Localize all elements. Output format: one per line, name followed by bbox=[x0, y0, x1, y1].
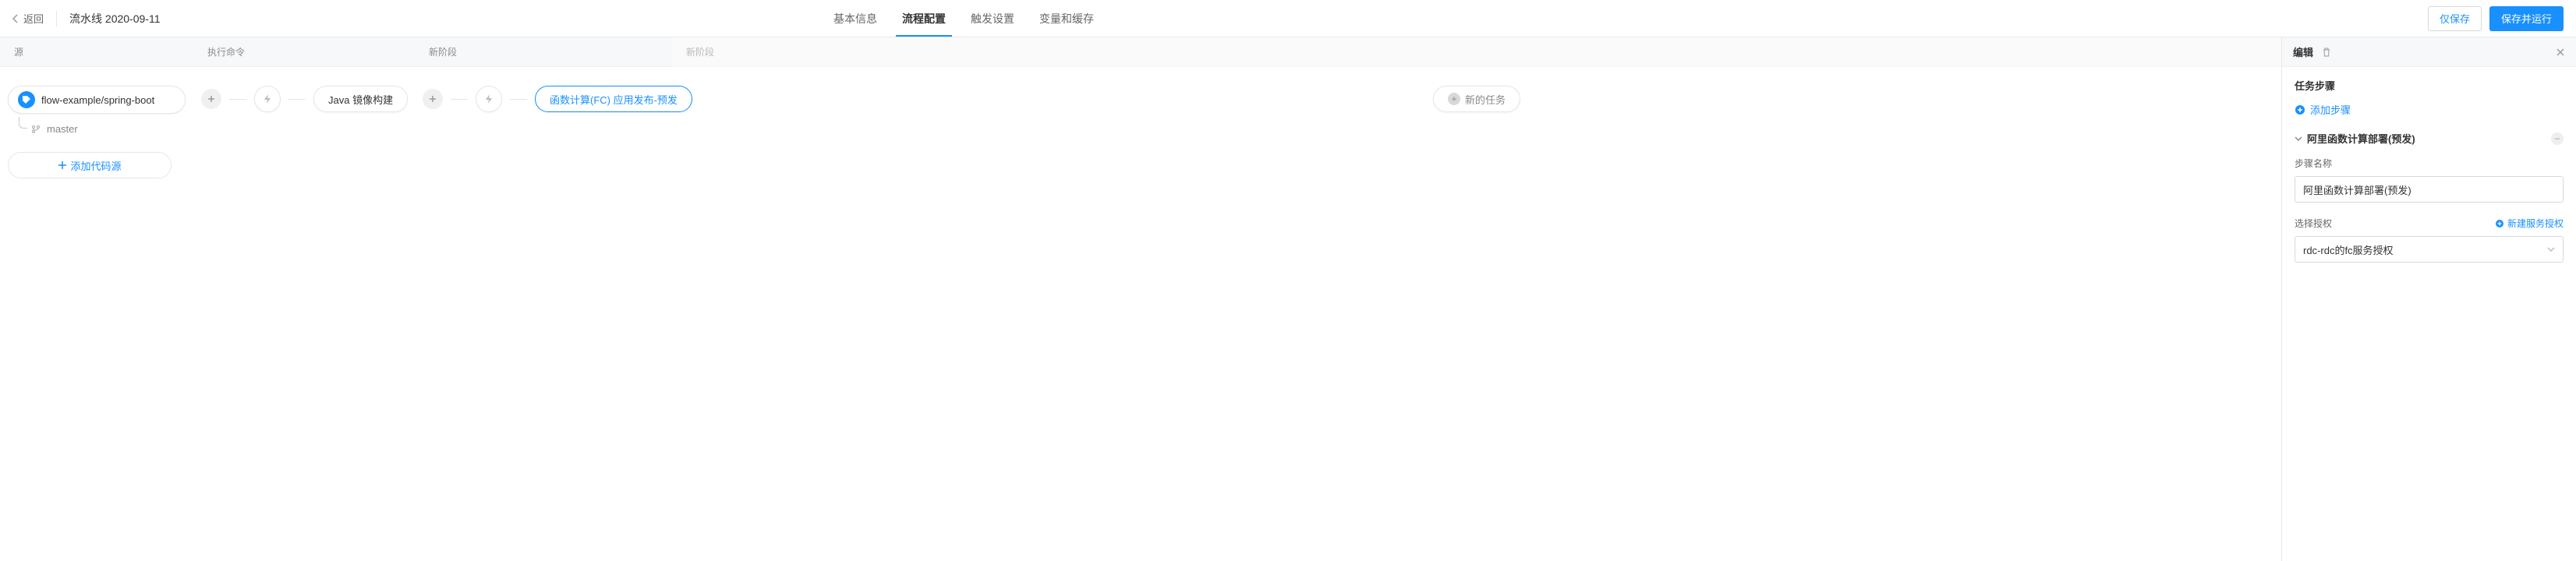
chevron-left-icon bbox=[12, 14, 19, 23]
chevron-down-icon bbox=[2547, 246, 2555, 252]
edit-side-panel: 编辑 任务步骤 添加步骤 阿里函数计算部署(预发) bbox=[2281, 37, 2576, 561]
connector-line bbox=[451, 99, 468, 100]
stage-column-new-2: 新阶段 + 新的任务 bbox=[672, 37, 2281, 561]
branch-row[interactable]: master bbox=[8, 123, 186, 135]
parallel-toggle[interactable] bbox=[476, 86, 502, 112]
save-only-button[interactable]: 仅保存 bbox=[2428, 6, 2482, 31]
new-auth-label: 新建服务授权 bbox=[2507, 217, 2564, 230]
plus-circle-icon bbox=[2495, 219, 2504, 228]
tab-trigger-settings[interactable]: 触发设置 bbox=[958, 0, 1027, 37]
stage-column-exec: 执行命令 Java 镜像构建 bbox=[193, 37, 415, 561]
parallel-toggle[interactable] bbox=[254, 86, 281, 112]
task-label: 函数计算(FC) 应用发布-预发 bbox=[550, 92, 678, 107]
stage-body-source: flow-example/spring-boot master 添加代码源 bbox=[0, 67, 193, 197]
panel-section-task-steps: 任务步骤 添加步骤 阿里函数计算部署(预发) − 步骤名称 bbox=[2282, 67, 2576, 288]
stage-header-exec: 执行命令 bbox=[193, 37, 415, 67]
step-accordion-title: 阿里函数计算部署(预发) bbox=[2307, 131, 2415, 146]
trash-icon[interactable] bbox=[2321, 47, 2332, 58]
stage-body-new-2: + 新的任务 bbox=[672, 67, 2281, 131]
pipeline-title: 流水线 2020-09-11 bbox=[69, 11, 160, 26]
auth-select[interactable]: rdc-rdc的fc服务授权 bbox=[2295, 236, 2564, 263]
connector-line bbox=[288, 99, 306, 100]
panel-header: 编辑 bbox=[2282, 37, 2576, 67]
close-icon[interactable] bbox=[2556, 48, 2565, 57]
new-task-label: 新的任务 bbox=[1465, 92, 1506, 107]
stage-header-source: 源 bbox=[0, 37, 193, 67]
plus-circle-icon bbox=[2295, 104, 2305, 115]
back-button[interactable]: 返回 bbox=[12, 11, 44, 26]
task-fc-release[interactable]: 函数计算(FC) 应用发布-预发 bbox=[535, 86, 692, 112]
new-service-auth-link[interactable]: 新建服务授权 bbox=[2495, 217, 2564, 230]
auth-select-value: rdc-rdc的fc服务授权 bbox=[2303, 242, 2394, 257]
task-java-mirror[interactable]: Java 镜像构建 bbox=[313, 86, 408, 112]
panel-header-left: 编辑 bbox=[2293, 44, 2332, 59]
tab-vars-cache[interactable]: 变量和缓存 bbox=[1027, 0, 1106, 37]
source-repo-chip[interactable]: flow-example/spring-boot bbox=[8, 86, 186, 114]
stage-header-new-1: 新阶段 bbox=[415, 37, 672, 67]
stage-column-new-1: 新阶段 函数计算(FC) 应用发布-预发 bbox=[415, 37, 672, 561]
tab-process-config[interactable]: 流程配置 bbox=[890, 0, 958, 37]
exec-node-row: Java 镜像构建 bbox=[201, 86, 407, 112]
plus-dot-icon: + bbox=[1448, 93, 1460, 105]
new1-node-row: 函数计算(FC) 应用发布-预发 bbox=[423, 86, 664, 112]
source-logo-icon bbox=[18, 91, 35, 108]
stage-header-new-2: 新阶段 bbox=[672, 37, 2281, 67]
stage-body-exec: Java 镜像构建 bbox=[193, 67, 415, 131]
stage-body-new-1: 函数计算(FC) 应用发布-预发 bbox=[415, 67, 672, 131]
add-step-link[interactable]: 添加步骤 bbox=[2295, 102, 2564, 117]
select-auth-label: 选择授权 bbox=[2295, 217, 2332, 230]
task-label: Java 镜像构建 bbox=[328, 92, 393, 107]
panel-title: 编辑 bbox=[2293, 44, 2313, 59]
header-actions: 仅保存 保存并运行 bbox=[2428, 6, 2564, 31]
main-layout: 源 flow-example/spring-boot master bbox=[0, 37, 2576, 561]
source-repo-name: flow-example/spring-boot bbox=[41, 94, 154, 106]
header-divider bbox=[56, 11, 57, 26]
back-label: 返回 bbox=[23, 11, 44, 26]
add-source-button[interactable]: 添加代码源 bbox=[8, 152, 172, 178]
stage-column-source: 源 flow-example/spring-boot master bbox=[0, 37, 193, 561]
chevron-down-icon bbox=[2295, 136, 2302, 142]
plus-icon bbox=[58, 161, 67, 170]
form-group-select-auth: 选择授权 新建服务授权 rdc-rdc的fc服务授权 bbox=[2295, 217, 2564, 263]
top-header: 返回 流水线 2020-09-11 基本信息 流程配置 触发设置 变量和缓存 仅… bbox=[0, 0, 2576, 37]
step-name-input[interactable] bbox=[2295, 176, 2564, 203]
step-name-label: 步骤名称 bbox=[2295, 157, 2332, 170]
collapse-minus-icon[interactable]: − bbox=[2551, 132, 2564, 145]
save-and-run-button[interactable]: 保存并运行 bbox=[2489, 6, 2564, 31]
add-source-label: 添加代码源 bbox=[70, 158, 121, 173]
connector-line bbox=[229, 99, 246, 100]
connector-line bbox=[510, 99, 527, 100]
branch-icon bbox=[31, 125, 41, 134]
add-step-label: 添加步骤 bbox=[2310, 102, 2351, 117]
pipeline-canvas: 源 flow-example/spring-boot master bbox=[0, 37, 2281, 561]
add-node-button[interactable] bbox=[423, 89, 443, 109]
new2-node-row: + 新的任务 bbox=[680, 86, 2273, 112]
section-title-task-steps: 任务步骤 bbox=[2295, 78, 2564, 93]
header-tabs: 基本信息 流程配置 触发设置 变量和缓存 bbox=[821, 0, 1106, 37]
form-group-step-name: 步骤名称 bbox=[2295, 157, 2564, 203]
tab-basic-info[interactable]: 基本信息 bbox=[821, 0, 890, 37]
step-accordion-header[interactable]: 阿里函数计算部署(预发) − bbox=[2295, 131, 2564, 146]
new-task-button[interactable]: + 新的任务 bbox=[1433, 86, 1520, 112]
add-node-button[interactable] bbox=[201, 89, 221, 109]
branch-name: master bbox=[47, 123, 78, 135]
